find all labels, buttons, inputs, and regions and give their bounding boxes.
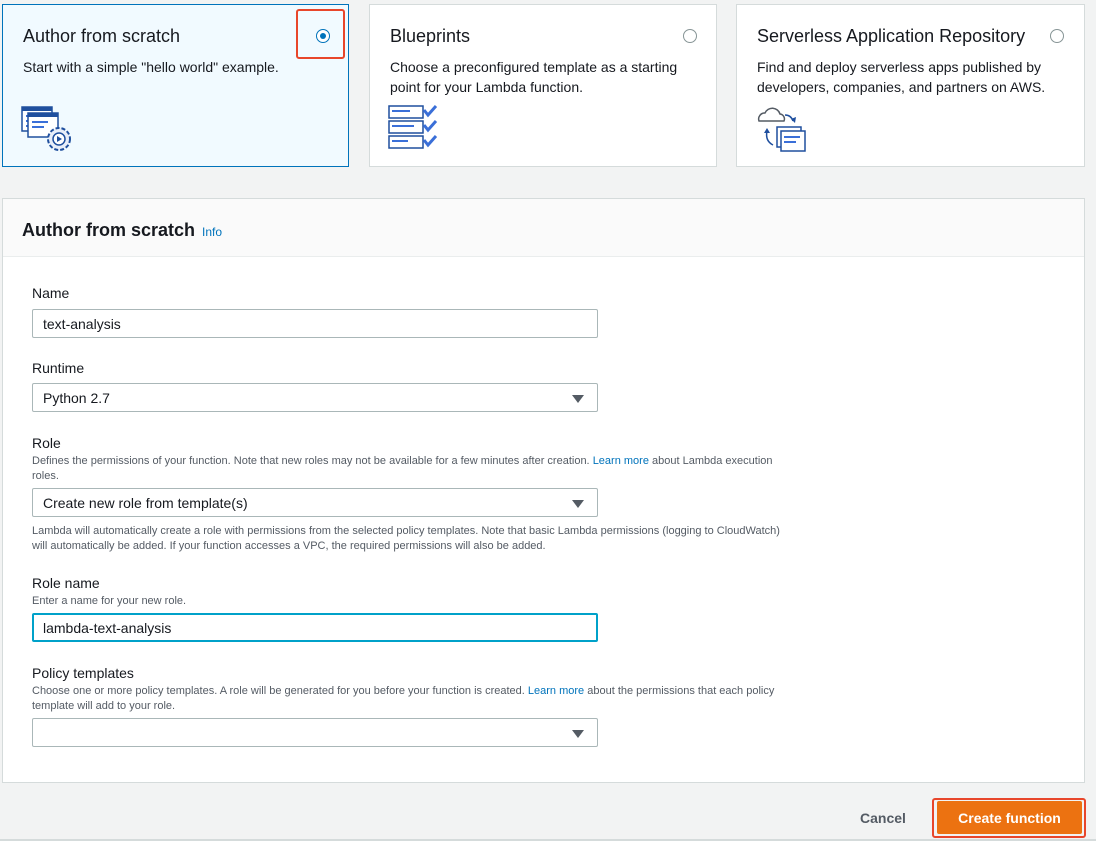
card-serverless-application-repository[interactable]: Serverless Application Repository Find a…	[736, 4, 1085, 167]
role-help-text: Defines the permissions of your function…	[32, 455, 590, 467]
code-gear-icon	[21, 105, 75, 160]
role-note: Lambda will automatically create a role …	[32, 525, 780, 552]
caret-down-icon	[572, 730, 584, 738]
policy-templates-help: Choose one or more policy templates. A r…	[32, 684, 792, 714]
name-input[interactable]	[32, 309, 598, 338]
radio-author-from-scratch[interactable]	[316, 29, 330, 43]
card-title: Serverless Application Repository	[757, 26, 1026, 46]
card-author-from-scratch[interactable]: Author from scratch Start with a simple …	[2, 4, 349, 167]
policy-help-text: Choose one or more policy templates. A r…	[32, 685, 525, 697]
role-select[interactable]: Create new role from template(s)	[32, 488, 598, 517]
radio-blueprints[interactable]	[683, 29, 697, 43]
runtime-label: Runtime	[32, 360, 85, 376]
caret-down-icon	[572, 500, 584, 508]
role-help: Defines the permissions of your function…	[32, 454, 792, 484]
card-description: Choose a preconfigured template as a sta…	[390, 59, 678, 95]
policy-learn-more-link[interactable]: Learn more	[528, 685, 584, 697]
create-function-button[interactable]: Create function	[937, 801, 1082, 834]
policy-templates-select[interactable]	[32, 718, 598, 747]
cancel-button[interactable]: Cancel	[848, 808, 918, 828]
runtime-select-value: Python 2.7	[43, 390, 110, 406]
author-from-scratch-panel: Author from scratch Info Name Runtime Py…	[2, 198, 1085, 783]
role-label: Role	[32, 435, 61, 451]
card-description: Find and deploy serverless apps publishe…	[757, 59, 1046, 95]
blueprint-checklist-icon	[388, 105, 438, 156]
caret-down-icon	[572, 395, 584, 403]
info-link[interactable]: Info	[202, 225, 222, 239]
card-description: Start with a simple "hello world" exampl…	[23, 59, 279, 75]
card-title: Author from scratch	[23, 26, 181, 46]
role-name-input[interactable]	[32, 613, 598, 642]
runtime-select[interactable]: Python 2.7	[32, 383, 598, 412]
radio-serverless-application-repository[interactable]	[1050, 29, 1064, 43]
role-name-help: Enter a name for your new role.	[32, 595, 187, 607]
cloud-deploy-icon	[755, 105, 807, 158]
role-name-label: Role name	[32, 575, 100, 591]
card-blueprints[interactable]: Blueprints Choose a preconfigured templa…	[369, 4, 717, 167]
card-title: Blueprints	[390, 26, 471, 46]
name-label: Name	[32, 285, 70, 301]
panel-header: Author from scratch Info	[3, 199, 1084, 257]
role-learn-more-link[interactable]: Learn more	[593, 455, 649, 467]
policy-templates-label: Policy templates	[32, 665, 134, 681]
panel-title: Author from scratch	[22, 220, 196, 240]
role-select-value: Create new role from template(s)	[43, 495, 248, 511]
